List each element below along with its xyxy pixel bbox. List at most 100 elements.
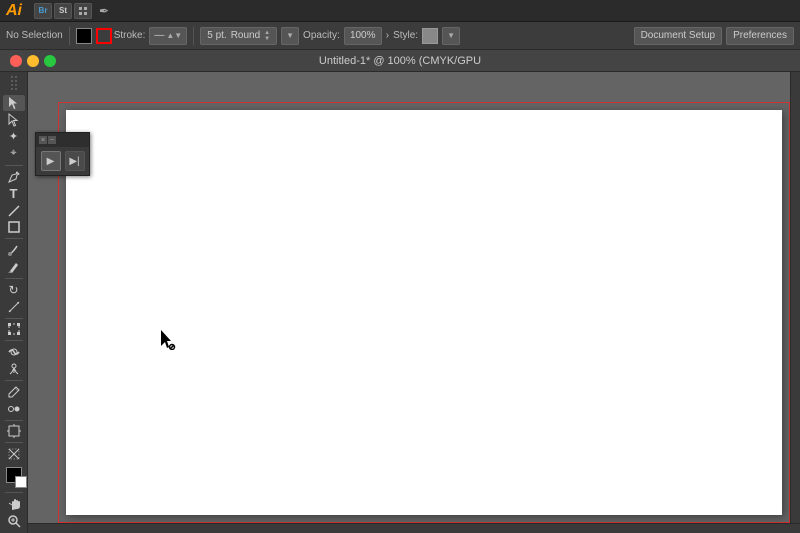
preferences-button[interactable]: Preferences	[726, 27, 794, 45]
tool-separator-2	[5, 238, 23, 239]
handle-dot	[15, 84, 17, 86]
app-logo: Ai	[6, 3, 22, 19]
handle-dot	[11, 84, 13, 86]
handle-dot	[15, 88, 17, 90]
left-toolbar: ✦ ⌖ T	[0, 72, 28, 533]
style-label: Style:	[393, 30, 418, 41]
window-title: Untitled-1* @ 100% (CMYK/GPU	[319, 55, 481, 67]
maximize-button[interactable]	[44, 55, 56, 67]
opacity-label: Opacity:	[303, 30, 340, 41]
grid-icon[interactable]	[74, 3, 92, 19]
cursor-indicator	[161, 330, 177, 354]
handle-dot	[15, 76, 17, 78]
slice-tool[interactable]	[3, 446, 25, 462]
canvas-area[interactable]	[28, 72, 800, 533]
magic-wand-tool[interactable]: ✦	[3, 129, 25, 145]
nav-pen-icon[interactable]: ✒	[94, 3, 114, 19]
title-bar: Untitled-1* @ 100% (CMYK/GPU	[0, 50, 800, 72]
stroke-dropdown[interactable]: — ▲▼	[149, 27, 187, 45]
mini-panel-close[interactable]: ×	[39, 136, 47, 144]
toolbar-handle[interactable]	[11, 76, 17, 90]
mini-panel-controls: × −	[39, 136, 56, 144]
color-swatches-area	[6, 467, 22, 489]
mini-step-tool[interactable]: ▶|	[65, 151, 85, 171]
swatch-container	[6, 467, 22, 483]
mini-tool-2-icon: ▶|	[69, 156, 79, 167]
blend-tool[interactable]	[3, 401, 25, 417]
pen-tool[interactable]	[3, 169, 25, 185]
mini-panel-header[interactable]: × −	[36, 133, 89, 147]
paintbrush-tool[interactable]	[3, 242, 25, 258]
mini-panel-collapse[interactable]: −	[48, 136, 56, 144]
bridge-icon[interactable]: Br	[34, 3, 52, 19]
brush-size-value: 5 pt.	[207, 30, 226, 41]
brush-size-box[interactable]: 5 pt. Round ▲ ▼	[200, 27, 277, 45]
handle-dot	[15, 80, 17, 82]
main-layout: ✦ ⌖ T	[0, 72, 800, 533]
style-dropdown[interactable]: ▼	[442, 27, 460, 45]
menu-bar: Ai Br St ✒	[0, 0, 800, 22]
tool-separator-1	[5, 165, 23, 166]
mini-panel: × − ▶ ▶|	[35, 132, 90, 176]
zoom-tool[interactable]	[3, 513, 25, 529]
brush-type-arrow: ▼	[286, 31, 294, 40]
brush-type-value: Round	[231, 30, 260, 41]
handle-dot	[11, 80, 13, 82]
stroke-label: Stroke:	[114, 30, 146, 41]
artboard[interactable]	[66, 110, 782, 515]
stroke-swatch[interactable]	[96, 28, 112, 44]
hand-tool[interactable]	[3, 496, 25, 512]
tool-separator-3	[5, 278, 23, 279]
scrollbar-vertical[interactable]	[790, 72, 800, 523]
stock-icon[interactable]: St	[54, 3, 72, 19]
opacity-value: 100%	[350, 30, 376, 41]
separator-2	[193, 27, 194, 45]
eyedropper-tool[interactable]	[3, 384, 25, 400]
mini-panel-body: ▶ ▶|	[36, 147, 89, 175]
fill-swatch[interactable]	[76, 28, 92, 44]
artboard-tool[interactable]	[3, 424, 25, 440]
pencil-tool[interactable]	[3, 259, 25, 275]
minimize-button[interactable]	[27, 55, 39, 67]
lasso-tool[interactable]: ⌖	[3, 146, 25, 162]
type-tool[interactable]: T	[3, 186, 25, 202]
direct-selection-tool[interactable]	[3, 112, 25, 128]
brush-size-arrows[interactable]: ▲ ▼	[264, 30, 270, 42]
tool-separator-6	[5, 380, 23, 381]
handle-dot	[11, 76, 13, 78]
scale-tool[interactable]	[3, 299, 25, 315]
close-button[interactable]	[10, 55, 22, 67]
handle-col-2	[15, 76, 17, 90]
free-transform-tool[interactable]	[3, 322, 25, 338]
scrollbar-horizontal[interactable]	[28, 523, 800, 533]
line-tool[interactable]	[3, 203, 25, 219]
selection-tool[interactable]	[3, 95, 25, 111]
traffic-lights	[10, 55, 56, 67]
tool-separator-7	[5, 420, 23, 421]
mini-play-tool[interactable]: ▶	[41, 151, 61, 171]
stroke-indicator: Stroke:	[96, 28, 146, 44]
tool-separator-8	[5, 442, 23, 443]
selection-label: No Selection	[6, 30, 63, 41]
options-bar: No Selection Stroke: — ▲▼ 5 pt. Round ▲ …	[0, 22, 800, 50]
background-swatch[interactable]	[15, 476, 27, 488]
style-swatch[interactable]	[422, 28, 438, 44]
stroke-dropdown-arrow: ▲▼	[166, 31, 182, 40]
tool-separator-9	[5, 492, 23, 493]
opacity-arrow[interactable]: ›	[386, 30, 389, 41]
handle-dot	[11, 88, 13, 90]
rectangle-tool[interactable]	[3, 220, 25, 236]
menu-icons-group: Br St ✒	[34, 3, 114, 19]
artboard-container	[58, 102, 790, 523]
tool-separator-5	[5, 340, 23, 341]
puppet-warp-tool[interactable]	[3, 361, 25, 377]
document-setup-button[interactable]: Document Setup	[634, 27, 723, 45]
warp-tool[interactable]	[3, 344, 25, 360]
tool-separator-4	[5, 318, 23, 319]
separator-1	[69, 27, 70, 45]
brush-type-dropdown[interactable]: ▼	[281, 27, 299, 45]
rotate-tool[interactable]: ↻	[3, 282, 25, 298]
opacity-value-box[interactable]: 100%	[344, 27, 382, 45]
mini-tool-1-icon: ▶	[47, 156, 55, 167]
handle-col-1	[11, 76, 13, 90]
